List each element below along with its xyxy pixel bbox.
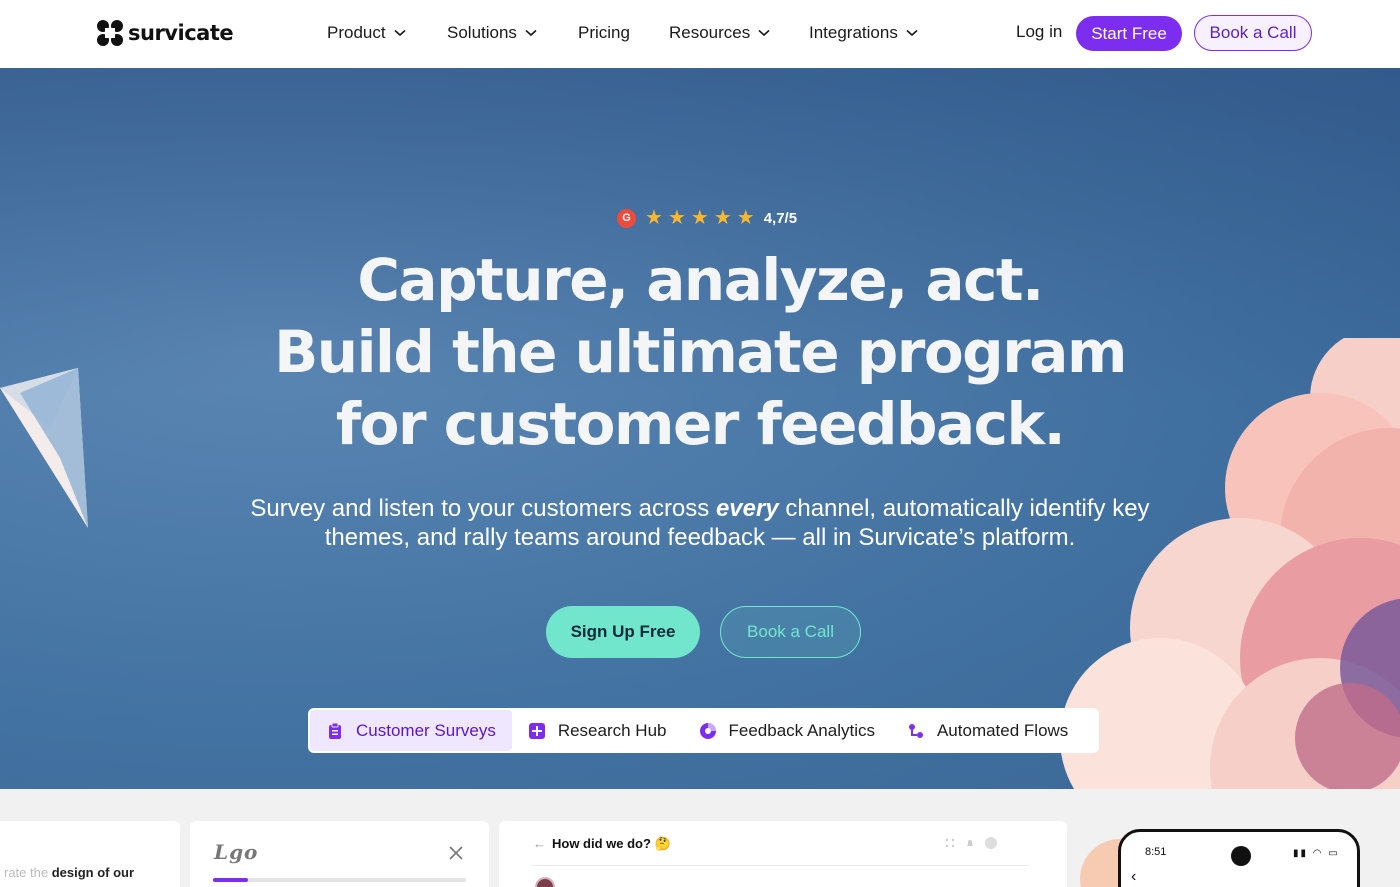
nav-item-label: Solutions — [447, 23, 517, 42]
status-dot — [985, 837, 997, 849]
start-free-button[interactable]: Start Free — [1076, 16, 1182, 51]
star-icon: ★ — [713, 207, 732, 229]
editor-toolbar — [945, 837, 997, 849]
star-icon: ★ — [645, 207, 663, 229]
headline-line: for customer feedback. — [335, 390, 1066, 458]
star-icon: ★ — [736, 207, 755, 229]
phone-camera — [1231, 846, 1251, 866]
survey-card-text: rate the design of our — [0, 821, 180, 887]
chevron-down-icon — [525, 29, 537, 37]
survey-widget-card: Lgo — [190, 821, 489, 887]
survey-question-text: design of our — [48, 865, 135, 880]
close-icon[interactable] — [448, 845, 464, 861]
survey-question-snippet: rate the design of our — [4, 865, 134, 880]
tab-label: Automated Flows — [936, 720, 1069, 740]
hero-subtitle: Survey and listen to your customers acro… — [250, 494, 1150, 552]
nav-item-label: Integrations — [809, 23, 898, 42]
sign-up-free-button[interactable]: Sign Up Free — [546, 606, 700, 658]
rating-value: 4,7/5 — [763, 209, 798, 227]
book-call-button[interactable]: Book a Call — [1194, 15, 1312, 51]
g2-rating: G ★ ★ ★ ★ ★ 4,7/5 — [617, 208, 797, 228]
nav-item-label: Pricing — [578, 23, 630, 42]
nav-item-solutions[interactable]: Solutions — [447, 22, 537, 44]
star-icon: ★ — [667, 207, 686, 229]
brand-logo: Lgo — [214, 840, 259, 864]
tab-automated-flows[interactable]: Automated Flows — [891, 710, 1084, 751]
logo-mark-icon — [97, 20, 123, 46]
divider — [531, 865, 1029, 866]
g2-icon: G — [617, 208, 636, 228]
phone-status-icons: ▮▮ ◠ ▭ — [1293, 848, 1340, 859]
tab-customer-surveys[interactable]: Customer Surveys — [310, 710, 512, 751]
pie-chart-icon — [699, 722, 716, 739]
grid-icon[interactable] — [945, 838, 955, 848]
survey-progress-fill — [213, 878, 249, 882]
logo-text: survicate — [128, 21, 234, 45]
tab-label: Research Hub — [557, 720, 667, 740]
nav-item-label: Resources — [669, 23, 751, 42]
subtitle-emphasis: every — [715, 495, 779, 522]
survey-progress-bar — [213, 878, 466, 882]
avatar — [535, 877, 555, 887]
bell-icon[interactable] — [965, 838, 975, 848]
chevron-down-icon — [394, 29, 406, 37]
star-icon: ★ — [690, 207, 709, 229]
phone-mockup: 8:51 ▮▮ ◠ ▭ ‹ — [1118, 829, 1360, 887]
tab-label: Customer Surveys — [356, 720, 496, 740]
nav-item-integrations[interactable]: Integrations — [809, 22, 918, 44]
tab-label: Feedback Analytics — [728, 720, 875, 740]
hero-book-call-button[interactable]: Book a Call — [720, 606, 861, 658]
survicate-logo[interactable]: survicate — [96, 19, 234, 47]
phone-time: 8:51 — [1145, 846, 1167, 858]
subtitle-text: Survey and listen to your customers acro… — [250, 495, 716, 522]
clipboard-icon — [329, 722, 341, 739]
hero-headline: Capture, analyze, act. Build the ultimat… — [0, 244, 1400, 460]
tab-research-hub[interactable]: Research Hub — [512, 710, 683, 751]
tab-feedback-analytics[interactable]: Feedback Analytics — [683, 710, 891, 751]
top-nav: survicate Product Solutions Pricing Reso… — [0, 0, 1400, 68]
nav-item-resources[interactable]: Resources — [669, 22, 770, 44]
headline-line: Build the ultimate program — [274, 318, 1127, 386]
nav-item-product[interactable]: Product — [327, 22, 406, 44]
product-preview: rate the design of our Lgo ← How did we … — [0, 789, 1400, 887]
headline-line: Capture, analyze, act. — [357, 246, 1044, 314]
survey-question-title: How did we do? 🤔 — [552, 836, 671, 851]
nav-item-label: Product — [327, 23, 386, 42]
login-link[interactable]: Log in — [1016, 22, 1062, 42]
product-tabs: Customer Surveys Research Hub Feedback A… — [308, 708, 1099, 753]
nav-item-pricing[interactable]: Pricing — [578, 22, 630, 44]
back-arrow-icon[interactable]: ← — [533, 836, 546, 851]
survey-editor-card: ← How did we do? 🤔 — [499, 821, 1067, 887]
hero-section: G ★ ★ ★ ★ ★ 4,7/5 Capture, analyze, act.… — [0, 68, 1400, 789]
flow-icon — [908, 723, 923, 738]
chevron-down-icon — [906, 29, 918, 37]
chevron-left-icon[interactable]: ‹ — [1131, 868, 1136, 886]
survey-question-faded: rate the — [4, 865, 49, 880]
sparkle-plus-icon — [528, 722, 545, 739]
chevron-down-icon — [758, 29, 770, 37]
